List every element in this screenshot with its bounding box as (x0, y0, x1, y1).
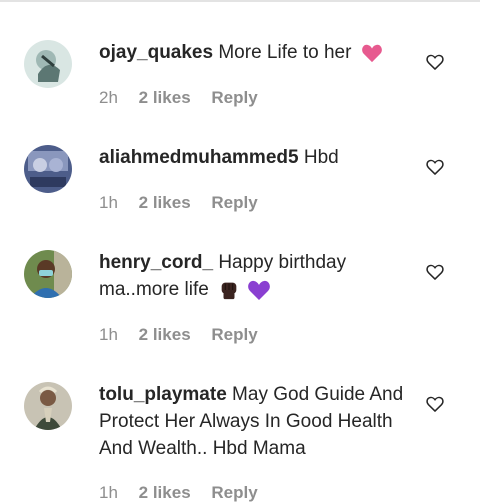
comment-likes[interactable]: 2 likes (139, 483, 191, 502)
comment-meta: 1h 2 likes Reply (99, 325, 274, 345)
comment-meta: 1h 2 likes Reply (99, 193, 274, 213)
comment-text: aliahmedmuhammed5 Hbd (99, 144, 409, 171)
comment-time: 2h (99, 88, 118, 107)
like-heart-icon[interactable] (425, 157, 445, 177)
reply-button[interactable]: Reply (211, 483, 257, 502)
comment-username[interactable]: aliahmedmuhammed5 (99, 147, 299, 168)
comment-username[interactable]: ojay_quakes (99, 42, 213, 63)
comment-body: More Life to her (218, 42, 352, 63)
raised-fist-dark-icon (218, 279, 240, 301)
comment-likes[interactable]: 2 likes (139, 88, 191, 107)
avatar[interactable] (24, 40, 72, 88)
comment-body: Hbd (303, 147, 339, 168)
comment-meta: 1h 2 likes Reply (99, 483, 274, 503)
comment-username[interactable]: tolu_playmate (99, 384, 227, 405)
avatar[interactable] (24, 145, 72, 193)
comment-text: tolu_playmate May God Guide And Protect … (99, 381, 409, 462)
comment-meta: 2h 2 likes Reply (99, 88, 274, 108)
comment-time: 1h (99, 193, 118, 212)
reply-button[interactable]: Reply (211, 325, 257, 344)
avatar[interactable] (24, 250, 72, 298)
reply-button[interactable]: Reply (211, 193, 257, 212)
comment-likes[interactable]: 2 likes (139, 193, 191, 212)
like-heart-icon[interactable] (425, 262, 445, 282)
top-divider (0, 0, 480, 2)
comment-text: ojay_quakes More Life to her (99, 39, 409, 66)
avatar[interactable] (24, 382, 72, 430)
comment-text: henry_cord_ Happy birthday ma..more life (99, 249, 409, 303)
comment-likes[interactable]: 2 likes (139, 325, 191, 344)
like-heart-icon[interactable] (425, 394, 445, 414)
purple-heart-icon (247, 279, 271, 301)
like-heart-icon[interactable] (425, 52, 445, 72)
comment-time: 1h (99, 325, 118, 344)
comment-username[interactable]: henry_cord_ (99, 252, 213, 273)
reply-button[interactable]: Reply (211, 88, 257, 107)
comment-time: 1h (99, 483, 118, 502)
pink-heart-icon (361, 43, 383, 63)
